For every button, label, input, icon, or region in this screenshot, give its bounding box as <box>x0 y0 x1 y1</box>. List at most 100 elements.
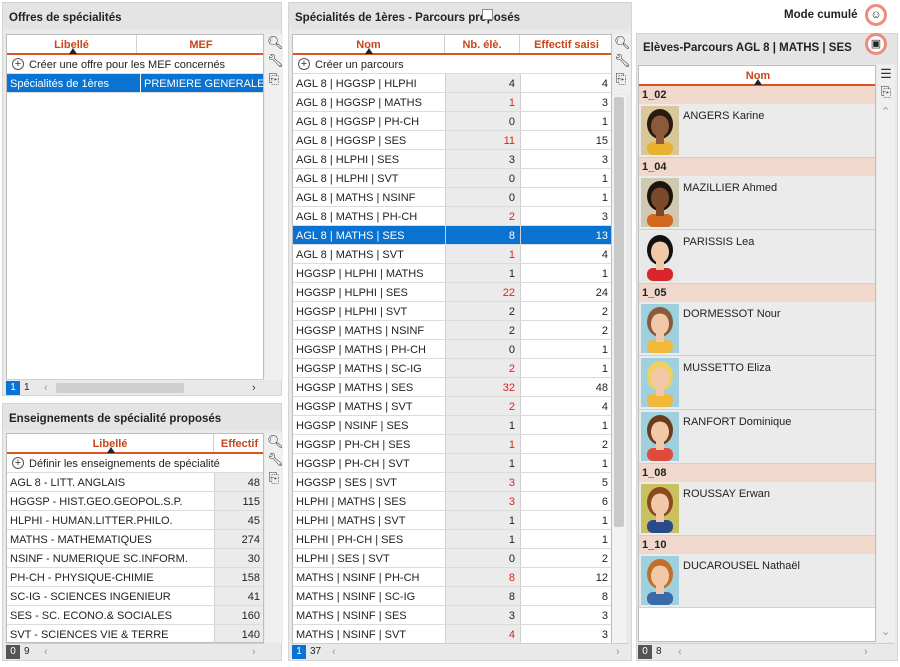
table-row[interactable]: AGL 8 - LITT. ANGLAIS 48 <box>7 473 263 492</box>
table-row[interactable]: AGL 8 | MATHS | NSINF 0 1 <box>293 188 611 207</box>
table-row[interactable]: MATHS - MATHEMATIQUES 274 <box>7 530 263 549</box>
table-row[interactable]: HLPHI | SES | SVT 0 2 <box>293 549 611 568</box>
table-row[interactable]: MATHS | NSINF | SES 3 3 <box>293 606 611 625</box>
list-view-icon[interactable]: ☰ <box>879 67 893 81</box>
table-row[interactable]: SVT - SCIENCES VIE & TERRE 140 <box>7 625 263 642</box>
student-list-icon[interactable]: ☺ <box>865 4 887 26</box>
col-libelle-header[interactable]: Libellé <box>7 434 214 453</box>
table-row[interactable]: HLPHI - HUMAN.LITTER.PHILO. 45 <box>7 511 263 530</box>
table-row[interactable]: HGGSP | MATHS | SES 32 48 <box>293 378 611 397</box>
table-row[interactable]: SC-IG - SCIENCES INGENIEUR 41 <box>7 587 263 606</box>
student-row[interactable]: MAZILLIER Ahmed <box>639 176 875 230</box>
student-row[interactable]: ANGERS Karine <box>639 104 875 158</box>
wrench-icon[interactable]: 🔧︎ <box>267 54 284 68</box>
student-avatar <box>641 232 679 281</box>
create-offre-row[interactable]: + Créer une offre pour les MEF concernés <box>7 55 263 74</box>
parcours-vertical-scrollbar[interactable] <box>612 95 626 644</box>
cell-nb-eleves: 0 <box>445 112 520 130</box>
col-mef-header[interactable]: MEF <box>137 35 263 53</box>
col-nom-header[interactable]: Nom <box>293 35 445 54</box>
table-row[interactable]: AGL 8 | HGGSP | PH-CH 0 1 <box>293 112 611 131</box>
table-row[interactable]: AGL 8 | HLPHI | SES 3 3 <box>293 150 611 169</box>
group-header[interactable]: 1_10 <box>639 536 875 554</box>
group-header[interactable]: 1_05 <box>639 284 875 302</box>
table-row[interactable]: MATHS | NSINF | SVT 4 3 <box>293 625 611 643</box>
table-row[interactable]: AGL 8 | MATHS | SVT 1 4 <box>293 245 611 264</box>
table-row[interactable]: HLPHI | MATHS | SVT 1 1 <box>293 511 611 530</box>
table-row[interactable]: SES - SC. ECONO.& SOCIALES 160 <box>7 606 263 625</box>
mode-cumule-checkbox[interactable] <box>482 9 493 20</box>
horizontal-scrollbar[interactable] <box>56 383 184 393</box>
table-row[interactable]: HGGSP | HLPHI | SVT 2 2 <box>293 302 611 321</box>
group-header[interactable]: 1_04 <box>639 158 875 176</box>
table-row[interactable]: PH-CH - PHYSIQUE-CHIMIE 158 <box>7 568 263 587</box>
current-page[interactable]: 0 <box>638 645 652 659</box>
table-row[interactable]: MATHS | NSINF | PH-CH 8 12 <box>293 568 611 587</box>
define-enseignements-row[interactable]: + Définir les enseignements de spécialité <box>7 454 263 473</box>
table-row[interactable]: AGL 8 | MATHS | PH-CH 2 3 <box>293 207 611 226</box>
table-row[interactable]: HGGSP | SES | SVT 3 5 <box>293 473 611 492</box>
table-row[interactable]: HGGSP | MATHS | SVT 2 4 <box>293 397 611 416</box>
table-row[interactable]: AGL 8 | HLPHI | SVT 0 1 <box>293 169 611 188</box>
copy-icon[interactable]: ⎘ <box>267 72 281 86</box>
scroll-down-icon[interactable]: ⌄ <box>881 625 890 639</box>
table-row[interactable]: Spécialités de 1ères PREMIERE GENERALE <box>7 74 263 93</box>
wrench-icon[interactable]: 🔧︎ <box>267 453 284 467</box>
col-libelle-header[interactable]: Libellé <box>7 35 137 54</box>
scroll-thumb[interactable] <box>614 97 624 527</box>
search-icon[interactable]: 🔍︎ <box>614 36 631 50</box>
define-enseignements-label: Définir les enseignements de spécialité <box>29 458 220 470</box>
student-row[interactable]: PARISSIS Lea <box>639 230 875 284</box>
scroll-left-icon[interactable]: ‹ <box>44 645 48 659</box>
col-nom-header[interactable]: Nom <box>639 66 875 85</box>
table-row[interactable]: HLPHI | MATHS | SES 3 6 <box>293 492 611 511</box>
scroll-left-icon[interactable]: ‹ <box>332 645 336 659</box>
cell-nb-eleves: 22 <box>445 283 520 301</box>
table-row[interactable]: AGL 8 | HGGSP | MATHS 1 3 <box>293 93 611 112</box>
scroll-right-icon[interactable]: › <box>864 645 868 659</box>
group-header[interactable]: 1_08 <box>639 464 875 482</box>
table-row[interactable]: AGL 8 | MATHS | SES 8 13 <box>293 226 611 245</box>
current-page[interactable]: 1 <box>292 645 306 659</box>
table-row[interactable]: MATHS | NSINF | SC-IG 8 8 <box>293 587 611 606</box>
scroll-right-icon[interactable]: › <box>252 381 256 395</box>
student-row[interactable]: MUSSETTO Eliza <box>639 356 875 410</box>
search-icon[interactable]: 🔍︎ <box>267 36 284 50</box>
group-header[interactable]: 1_02 <box>639 86 875 104</box>
table-row[interactable]: HGGSP | PH-CH | SES 1 2 <box>293 435 611 454</box>
scroll-up-icon[interactable]: ⌃ <box>881 105 890 119</box>
current-page[interactable]: 0 <box>6 645 20 659</box>
table-row[interactable]: HGGSP | MATHS | NSINF 2 2 <box>293 321 611 340</box>
mode-cumule-label[interactable]: Mode cumulé <box>784 9 857 21</box>
col-effectif-saisi-header[interactable]: Effectif saisi <box>520 35 611 53</box>
scroll-left-icon[interactable]: ‹ <box>44 381 48 395</box>
student-row[interactable]: DUCAROUSEL Nathaël <box>639 554 875 608</box>
copy-icon[interactable]: ⎘ <box>267 471 281 485</box>
search-icon[interactable]: 🔍︎ <box>267 435 284 449</box>
wrench-icon[interactable]: 🔧︎ <box>614 54 631 68</box>
col-nb-eleves-header[interactable]: Nb. élè. <box>445 35 520 53</box>
student-row[interactable]: DORMESSOT Nour <box>639 302 875 356</box>
table-row[interactable]: HGGSP | MATHS | SC-IG 2 1 <box>293 359 611 378</box>
table-row[interactable]: HGGSP | NSINF | SES 1 1 <box>293 416 611 435</box>
col-effectif-header[interactable]: Effectif <box>214 434 263 452</box>
student-row[interactable]: RANFORT Dominique <box>639 410 875 464</box>
table-row[interactable]: HGGSP | PH-CH | SVT 1 1 <box>293 454 611 473</box>
table-row[interactable]: HGGSP | HLPHI | MATHS 1 1 <box>293 264 611 283</box>
table-row[interactable]: AGL 8 | HGGSP | HLPHI 4 4 <box>293 74 611 93</box>
scroll-right-icon[interactable]: › <box>616 645 620 659</box>
current-page[interactable]: 1 <box>6 381 20 395</box>
student-row[interactable]: ROUSSAY Erwan <box>639 482 875 536</box>
student-photo-icon[interactable]: ▣ <box>865 33 887 55</box>
copy-icon[interactable]: ⎘ <box>614 72 628 86</box>
table-row[interactable]: AGL 8 | HGGSP | SES 11 15 <box>293 131 611 150</box>
copy-icon[interactable]: ⎘ <box>879 85 893 99</box>
table-row[interactable]: HLPHI | PH-CH | SES 1 1 <box>293 530 611 549</box>
table-row[interactable]: HGGSP | MATHS | PH-CH 0 1 <box>293 340 611 359</box>
scroll-right-icon[interactable]: › <box>252 645 256 659</box>
table-row[interactable]: HGGSP - HIST.GEO.GEOPOL.S.P. 115 <box>7 492 263 511</box>
scroll-left-icon[interactable]: ‹ <box>678 645 682 659</box>
table-row[interactable]: HGGSP | HLPHI | SES 22 24 <box>293 283 611 302</box>
create-parcours-row[interactable]: + Créer un parcours <box>293 55 611 74</box>
table-row[interactable]: NSINF - NUMERIQUE SC.INFORM. 30 <box>7 549 263 568</box>
